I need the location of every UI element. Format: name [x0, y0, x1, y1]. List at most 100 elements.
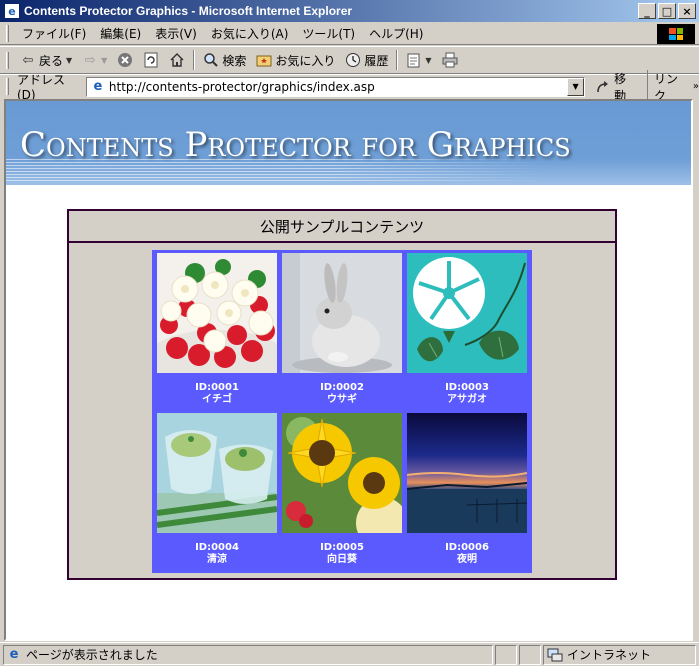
search-button[interactable]: 検索: [198, 48, 251, 72]
address-label: アドレス(D): [16, 73, 65, 102]
search-label: 検索: [222, 53, 247, 68]
mail-icon: [406, 52, 422, 68]
title-bar: e Contents Protector Graphics - Microsof…: [0, 0, 699, 22]
item-id: ID:0005: [320, 542, 364, 553]
menu-bar: ファイル(F) 編集(E) 表示(V) お気に入り(A) ツール(T) ヘルプ(…: [0, 22, 699, 45]
dawn-thumbnail[interactable]: [407, 413, 527, 533]
print-icon: [442, 52, 458, 68]
address-dropdown-icon[interactable]: ▼: [567, 77, 585, 96]
item-id: ID:0002: [320, 382, 364, 393]
forward-dropdown-icon[interactable]: ▼: [101, 56, 107, 65]
item-name: ウサギ: [326, 394, 357, 405]
home-button[interactable]: [164, 48, 190, 72]
content-item[interactable]: ID:0002 ウサギ: [282, 253, 402, 413]
item-caption: ID:0001 イチゴ: [195, 382, 239, 406]
status-security-cell: [519, 644, 541, 665]
search-icon: [203, 52, 219, 68]
sunflower-thumbnail[interactable]: [282, 413, 402, 533]
panel-title: 公開サンプルコンテンツ: [69, 211, 615, 243]
forward-button[interactable]: ⇨ ▼: [77, 48, 112, 72]
back-dropdown-icon[interactable]: ▼: [66, 56, 72, 65]
menu-edit[interactable]: 編集(E): [93, 25, 148, 42]
toolbar-grip[interactable]: [6, 51, 9, 69]
rabbit-thumbnail[interactable]: [282, 253, 402, 373]
status-progress-cell: [495, 644, 517, 665]
back-label: 戻る: [39, 53, 64, 68]
stop-button[interactable]: [112, 48, 138, 72]
refresh-icon: [143, 52, 159, 68]
mail-dropdown-icon[interactable]: ▼: [425, 56, 431, 65]
status-text-cell: e ページが表示されました: [3, 644, 493, 665]
address-url[interactable]: http://contents-protector/graphics/index…: [109, 80, 375, 94]
site-banner: Contents Protector for Graphics: [6, 101, 691, 185]
page-ie-icon: e: [93, 79, 103, 94]
status-text: ページが表示されました: [26, 648, 158, 662]
go-arrow-icon: [595, 79, 611, 95]
status-zone-cell[interactable]: イントラネット: [543, 644, 696, 665]
history-button[interactable]: 履歴: [340, 48, 393, 72]
item-name: アサガオ: [446, 394, 487, 405]
sample-content-panel: 公開サンプルコンテンツ ID:0001 イチゴ ID:0002 ウサギ ID:0…: [67, 209, 617, 580]
status-bar: e ページが表示されました イントラネット: [0, 642, 699, 666]
favorites-button[interactable]: お気に入り: [251, 48, 340, 72]
content-item[interactable]: ID:0003 アサガオ: [407, 253, 527, 413]
address-bar: アドレス(D) e http://contents-protector/grap…: [0, 69, 699, 104]
home-icon: [169, 52, 185, 68]
forward-arrow-icon: ⇨: [84, 52, 96, 68]
chevron-right-icon[interactable]: »: [693, 81, 699, 92]
menu-view[interactable]: 表示(V): [148, 25, 204, 42]
banner-title: Contents Protector for Graphics: [20, 125, 571, 165]
menu-help[interactable]: ヘルプ(H): [362, 25, 430, 42]
strawberry-thumbnail[interactable]: [157, 253, 277, 373]
item-name: 夜明: [456, 554, 477, 565]
toolbar-separator: [396, 50, 399, 70]
item-name: 向日葵: [326, 554, 357, 565]
thumbnail-grid: ID:0001 イチゴ ID:0002 ウサギ ID:0003 アサガオ ID:…: [152, 250, 532, 573]
addressbar-grip[interactable]: [6, 78, 9, 95]
print-button[interactable]: [437, 48, 463, 72]
back-button[interactable]: ⇦ 戻る ▼: [15, 48, 77, 72]
window-controls: _ □ ×: [638, 3, 696, 19]
history-icon: [345, 52, 361, 68]
menu-file[interactable]: ファイル(F): [15, 25, 93, 42]
item-name: 清涼: [206, 554, 227, 565]
ie-app-icon[interactable]: e: [4, 3, 20, 19]
windows-logo-icon: [657, 24, 695, 44]
history-label: 履歴: [364, 53, 389, 68]
menubar-grip[interactable]: [6, 24, 9, 42]
toolbar-separator: [193, 50, 196, 70]
page-viewport: Contents Protector for Graphics 公開サンプルコン…: [4, 99, 693, 641]
morning-glory-thumbnail[interactable]: [407, 253, 527, 373]
favorites-folder-icon: [256, 52, 272, 68]
back-arrow-icon: ⇦: [22, 52, 34, 68]
content-item[interactable]: ID:0005 向日葵: [282, 413, 402, 573]
menu-tools[interactable]: ツール(T): [295, 25, 362, 42]
maximize-button[interactable]: □: [658, 3, 676, 19]
item-caption: ID:0005 向日葵: [320, 542, 364, 566]
item-name: イチゴ: [201, 394, 232, 405]
favorites-label: お気に入り: [275, 53, 336, 68]
item-caption: ID:0003 アサガオ: [445, 382, 489, 406]
address-input[interactable]: e http://contents-protector/graphics/ind…: [85, 76, 586, 97]
item-caption: ID:0002 ウサギ: [320, 382, 364, 406]
intranet-icon: [547, 647, 563, 663]
item-id: ID:0004: [195, 542, 239, 553]
item-id: ID:0003: [445, 382, 489, 393]
mail-button[interactable]: ▼: [401, 48, 436, 72]
refresh-button[interactable]: [138, 48, 164, 72]
item-caption: ID:0006 夜明: [445, 542, 489, 566]
item-id: ID:0006: [445, 542, 489, 553]
menu-favorites[interactable]: お気に入り(A): [204, 25, 296, 42]
stop-icon: [117, 52, 133, 68]
item-id: ID:0001: [195, 382, 239, 393]
content-item[interactable]: ID:0006 夜明: [407, 413, 527, 573]
content-item[interactable]: ID:0004 清涼: [157, 413, 277, 573]
zone-label: イントラネット: [567, 648, 652, 662]
item-caption: ID:0004 清涼: [195, 542, 239, 566]
close-button[interactable]: ×: [678, 3, 696, 19]
page-done-icon: e: [9, 647, 19, 662]
refreshing-drink-thumbnail[interactable]: [157, 413, 277, 533]
content-item[interactable]: ID:0001 イチゴ: [157, 253, 277, 413]
window-title: Contents Protector Graphics - Microsoft …: [24, 4, 353, 18]
minimize-button[interactable]: _: [638, 3, 656, 19]
